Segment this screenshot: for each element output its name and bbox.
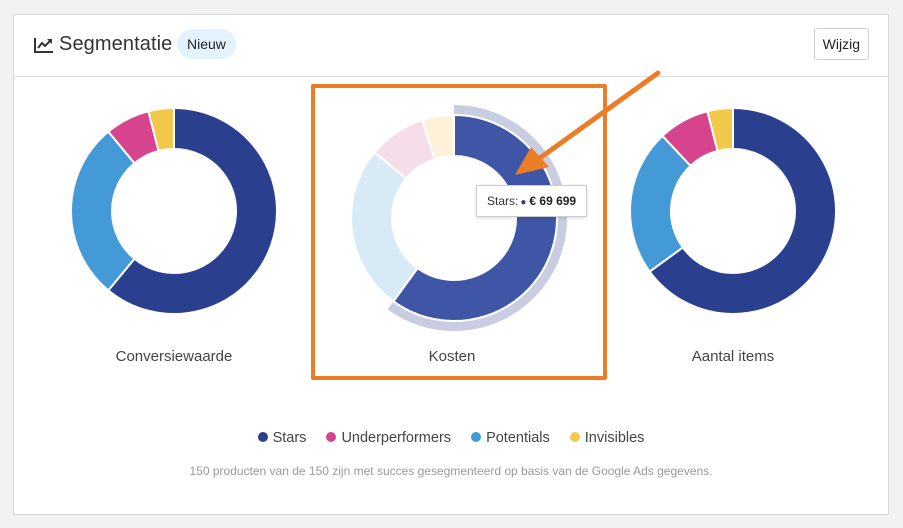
page-title: Segmentatie [59, 33, 173, 55]
segmentation-card: Segmentatie Nieuw Wijzig Conversiewaarde… [13, 14, 889, 515]
legend-item-stars[interactable]: Stars [257, 430, 307, 446]
legend-item-underperformers[interactable]: Underperformers [326, 430, 451, 446]
chart-legend: Stars Underperformers Potentials Invisib… [14, 430, 888, 446]
chart-label-conversiewaarde: Conversiewaarde [115, 348, 233, 365]
chart-label-aantal-items: Aantal items [691, 348, 775, 365]
donut-conversiewaarde [70, 106, 278, 315]
trend-chart-icon [34, 38, 53, 53]
footnote: 150 producten van de 150 zijn met succes… [189, 464, 713, 478]
donut-slice-potentials[interactable] [70, 130, 136, 292]
donut-aantal-items [629, 106, 837, 315]
legend-label: Underperformers [341, 430, 452, 446]
legend-dot-icon [326, 432, 337, 442]
edit-button[interactable]: Wijzig [813, 28, 869, 60]
legend-label: Potentials [486, 430, 550, 446]
legend-dot-icon [257, 432, 268, 442]
legend-dot-icon [471, 432, 482, 442]
legend-dot-icon [569, 432, 580, 442]
legend-label: Invisibles [584, 430, 645, 446]
new-badge: Nieuw [177, 29, 236, 59]
legend-item-potentials[interactable]: Potentials [471, 430, 550, 446]
legend-item-invisibles[interactable]: Invisibles [569, 430, 645, 446]
highlight-box [311, 84, 607, 380]
card-header: Segmentatie Nieuw Wijzig [14, 15, 888, 77]
legend-label: Stars [272, 430, 307, 446]
